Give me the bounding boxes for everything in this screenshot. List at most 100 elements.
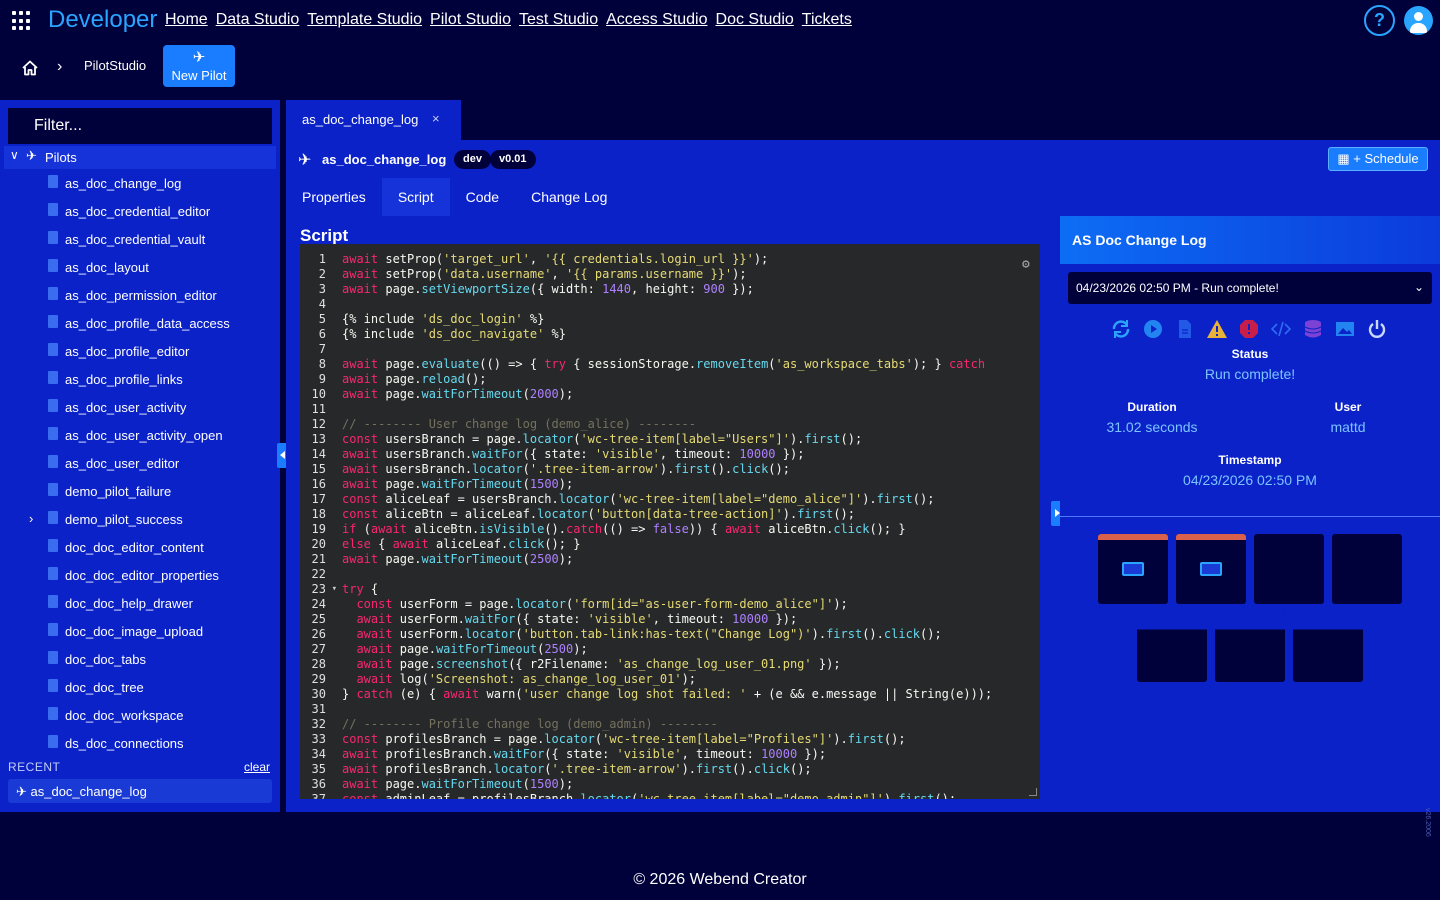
code-line[interactable]: // -------- User change log (demo_alice)… (342, 417, 992, 432)
database-icon[interactable] (1302, 318, 1324, 340)
refresh-icon[interactable] (1110, 318, 1132, 340)
tree-item[interactable]: as_doc_credential_editor (0, 198, 276, 226)
code-line[interactable]: await usersBranch.waitFor({ state: 'visi… (342, 447, 992, 462)
play-icon[interactable] (1142, 318, 1164, 340)
code-line[interactable]: } catch (e) { await warn('user change lo… (342, 687, 992, 702)
code-line[interactable]: {% include 'ds_doc_navigate' %} (342, 327, 992, 342)
screenshot-thumbnail[interactable] (1293, 612, 1363, 682)
document-icon[interactable] (1174, 318, 1196, 340)
code-line[interactable]: await page.waitForTimeout(2500); (342, 552, 992, 567)
run-select[interactable]: 04/23/2026 02:50 PM - Run complete! ⌄ (1068, 272, 1432, 304)
code-line[interactable]: const userForm = page.locator('form[id="… (342, 597, 992, 612)
code-line[interactable]: const aliceLeaf = usersBranch.locator('w… (342, 492, 992, 507)
tree-item[interactable]: as_doc_change_log (0, 170, 276, 198)
recent-item[interactable]: ✈ as_doc_change_log (8, 779, 272, 803)
tree-item[interactable]: as_doc_profile_editor (0, 338, 276, 366)
schedule-button[interactable]: ▦ + Schedule (1328, 147, 1428, 171)
code-line[interactable]: const aliceBtn = aliceLeaf.locator('butt… (342, 507, 992, 522)
nav-tickets[interactable]: Tickets (802, 11, 852, 29)
close-icon[interactable]: × (432, 111, 440, 126)
nav-test-studio[interactable]: Test Studio (519, 11, 598, 29)
screenshot-thumbnail[interactable] (1176, 534, 1246, 604)
tree-item[interactable]: as_doc_layout (0, 254, 276, 282)
user-avatar-icon[interactable] (1404, 6, 1433, 35)
tab-code[interactable]: Code (450, 178, 515, 216)
filter-input[interactable] (8, 108, 272, 144)
code-line[interactable]: await page.reload(); (342, 372, 992, 387)
code-line[interactable]: await page.evaluate(() => { try { sessio… (342, 357, 992, 372)
code-line[interactable]: await log('Screenshot: as_change_log_use… (342, 672, 992, 687)
tree-item[interactable]: doc_doc_workspace (0, 702, 276, 730)
nav-doc-studio[interactable]: Doc Studio (716, 11, 794, 29)
chevron-right-icon[interactable]: › (29, 511, 33, 526)
code-line[interactable] (342, 342, 992, 357)
nav-template-studio[interactable]: Template Studio (307, 11, 422, 29)
tree-item[interactable]: ds_doc_connections (0, 730, 276, 758)
tree-root-pilots[interactable]: ∨ ✈ Pilots (4, 146, 276, 169)
screenshot-thumbnail[interactable] (1254, 534, 1324, 604)
code-line[interactable]: await page.setViewportSize({ width: 1440… (342, 282, 992, 297)
nav-access-studio[interactable]: Access Studio (606, 11, 707, 29)
code-line[interactable]: await setProp('data.username', '{{ param… (342, 267, 992, 282)
recent-clear-link[interactable]: clear (244, 760, 270, 774)
tree-item[interactable]: doc_doc_tabs (0, 646, 276, 674)
code-line[interactable]: await page.waitForTimeout(1500); (342, 477, 992, 492)
tree-item[interactable]: as_doc_user_editor (0, 450, 276, 478)
editor-tab[interactable]: as_doc_change_log × (286, 100, 461, 140)
code-line[interactable]: await page.waitForTimeout(2500); (342, 642, 992, 657)
code-line[interactable]: await page.waitForTimeout(1500); (342, 777, 992, 792)
tree-item[interactable]: doc_doc_tree (0, 674, 276, 702)
code-line[interactable]: {% include 'ds_doc_login' %} (342, 312, 992, 327)
nav-pilot-studio[interactable]: Pilot Studio (430, 11, 511, 29)
tree-item[interactable]: as_doc_profile_links (0, 366, 276, 394)
tab-change-log[interactable]: Change Log (515, 178, 623, 216)
code-line[interactable]: if (await aliceBtn.isVisible().catch(() … (342, 522, 992, 537)
help-button[interactable]: ? (1364, 5, 1395, 36)
code-line[interactable] (342, 402, 992, 417)
breadcrumb-current[interactable]: PilotStudio (84, 58, 146, 73)
image-icon[interactable] (1334, 318, 1356, 340)
code-line[interactable]: await page.screenshot({ r2Filename: 'as_… (342, 657, 992, 672)
screenshot-thumbnail[interactable] (1332, 534, 1402, 604)
tree-item[interactable]: doc_doc_editor_properties (0, 562, 276, 590)
tree-item[interactable]: as_doc_user_activity (0, 394, 276, 422)
code-line[interactable]: const profilesBranch = page.locator('wc-… (342, 732, 992, 747)
nav-data-studio[interactable]: Data Studio (216, 11, 300, 29)
code-line[interactable] (342, 297, 992, 312)
code-line[interactable]: const adminLeaf = profilesBranch.locator… (342, 792, 992, 799)
tree-item[interactable]: as_doc_user_activity_open (0, 422, 276, 450)
screenshot-thumbnail[interactable] (1137, 612, 1207, 682)
code-line[interactable]: await userForm.locator('button.tab-link:… (342, 627, 992, 642)
tree-item[interactable]: doc_doc_help_drawer (0, 590, 276, 618)
code-editor[interactable]: 1234567891011121314151617181920212223242… (300, 244, 1040, 799)
tree-item[interactable]: › demo_pilot_success (0, 506, 276, 534)
resize-grip-icon[interactable] (1029, 788, 1037, 796)
code-line[interactable]: const usersBranch = page.locator('wc-tre… (342, 432, 992, 447)
tab-properties[interactable]: Properties (286, 178, 382, 216)
code-line[interactable]: await userForm.waitFor({ state: 'visible… (342, 612, 992, 627)
tree-item[interactable]: demo_pilot_failure (0, 478, 276, 506)
warning-icon[interactable] (1206, 318, 1228, 340)
code-line[interactable]: await usersBranch.locator('.tree-item-ar… (342, 462, 992, 477)
code-line[interactable]: await profilesBranch.waitFor({ state: 'v… (342, 747, 992, 762)
screenshot-thumbnail[interactable] (1215, 612, 1285, 682)
tree-item[interactable]: as_doc_profile_data_access (0, 310, 276, 338)
tree-item[interactable]: as_doc_credential_vault (0, 226, 276, 254)
tree-item[interactable]: as_doc_permission_editor (0, 282, 276, 310)
gear-icon[interactable]: ⚙ (1022, 257, 1030, 272)
code-icon[interactable] (1270, 318, 1292, 340)
chevron-down-icon[interactable]: ∨ (10, 148, 19, 162)
nav-home[interactable]: Home (165, 11, 208, 29)
code-line[interactable]: await setProp('target_url', '{{ credenti… (342, 252, 992, 267)
code-content[interactable]: await setProp('target_url', '{{ credenti… (342, 252, 992, 799)
code-line[interactable]: // -------- Profile change log (demo_adm… (342, 717, 992, 732)
tab-script[interactable]: Script (381, 178, 450, 216)
home-icon[interactable] (21, 59, 39, 77)
code-line[interactable] (342, 702, 992, 717)
code-line[interactable]: await profilesBranch.locator('.tree-item… (342, 762, 992, 777)
tree-item[interactable]: doc_doc_editor_content (0, 534, 276, 562)
tree-item[interactable]: doc_doc_image_upload (0, 618, 276, 646)
apps-grid-icon[interactable] (12, 11, 32, 31)
power-icon[interactable] (1366, 318, 1388, 340)
code-line[interactable]: else { await aliceLeaf.click(); } (342, 537, 992, 552)
